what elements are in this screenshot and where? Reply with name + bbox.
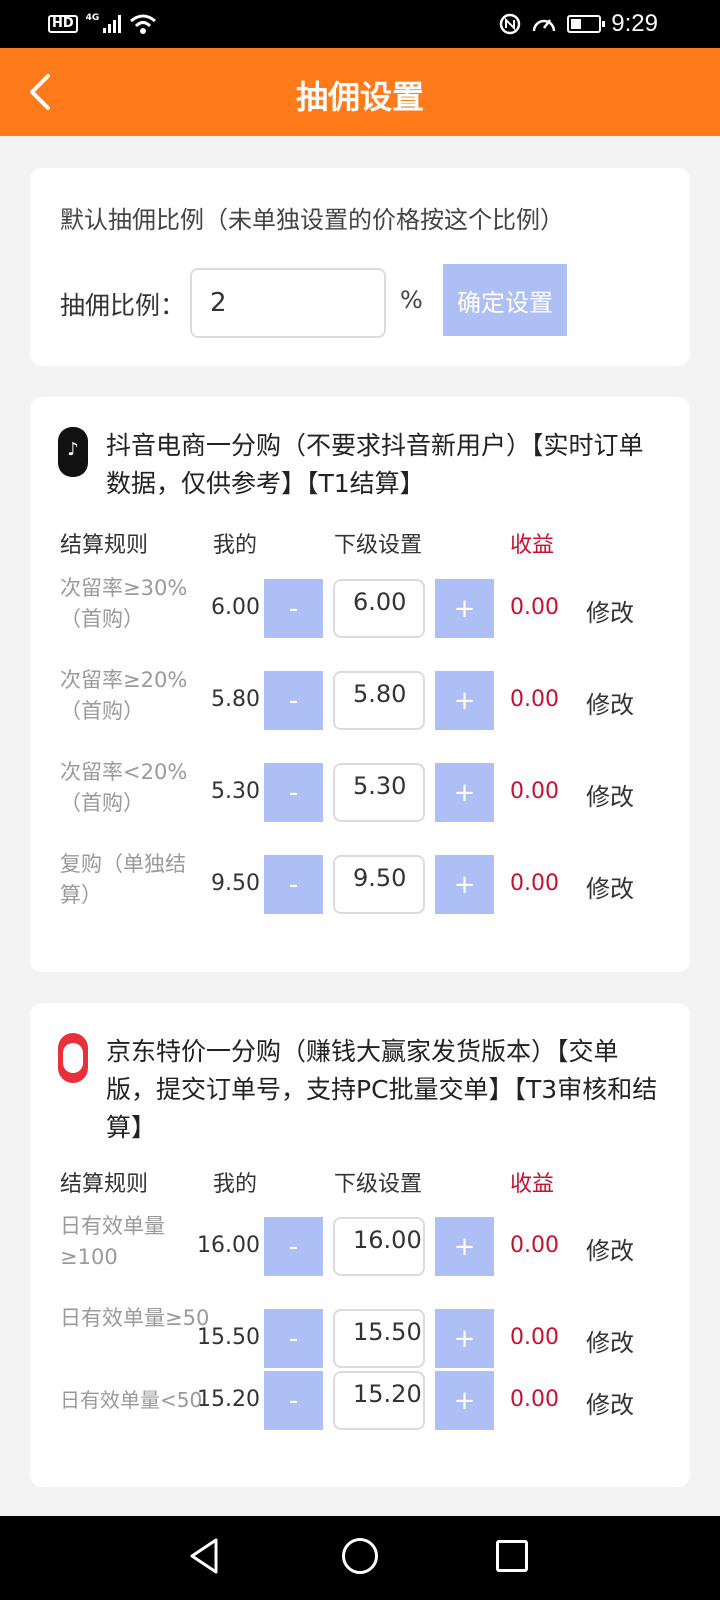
header-income: 收益: [510, 1172, 555, 1197]
system-navigation-bar: [0, 1516, 720, 1600]
increment-button[interactable]: +: [435, 763, 494, 822]
nav-back-icon[interactable]: [186, 1536, 222, 1576]
modify-button[interactable]: 修改: [586, 1323, 634, 1358]
my-rate: 15.50: [197, 1325, 260, 1350]
decrement-button[interactable]: -: [264, 763, 323, 822]
header-sub-setting: 下级设置: [334, 533, 423, 558]
header-rule: 结算规则: [60, 533, 149, 558]
increment-button[interactable]: +: [435, 1217, 494, 1276]
jd-mascot-icon: [58, 1033, 88, 1083]
header-mine: 我的: [213, 533, 258, 558]
header-income: 收益: [510, 533, 555, 558]
sub-rate-input[interactable]: [333, 763, 425, 822]
increment-button[interactable]: +: [435, 1309, 494, 1368]
signal-icon: [103, 15, 122, 33]
wifi-icon: [130, 14, 157, 34]
table-row: 日有效单量≥50 15.50 - + 0.00 修改: [30, 1303, 690, 1373]
platform-title: 京东特价一分购（赚钱大赢家发货版本）【交单版，提交订单号，支持PC批量交单】【T…: [106, 1037, 658, 1142]
sub-rate-input[interactable]: [333, 855, 425, 914]
rule-label: 日有效单量≥50: [60, 1306, 210, 1330]
increment-button[interactable]: +: [435, 579, 494, 638]
platform-card-jd: 京东特价一分购（赚钱大赢家发货版本）【交单版，提交订单号，支持PC批量交单】【T…: [30, 1003, 690, 1487]
ratio-input[interactable]: [190, 268, 386, 338]
increment-button[interactable]: +: [435, 671, 494, 730]
page-title: 抽佣设置: [295, 78, 424, 116]
rule-label: 次留率<20%（首购）: [60, 760, 188, 815]
decrement-button[interactable]: -: [264, 1309, 323, 1368]
header-rule: 结算规则: [60, 1172, 149, 1197]
modify-button[interactable]: 修改: [586, 1231, 634, 1266]
decrement-button[interactable]: -: [264, 1217, 323, 1276]
default-ratio-card: 默认抽佣比例（未单独设置的价格按这个比例） 抽佣比例： % 确定设置: [30, 168, 690, 366]
nav-recents-icon[interactable]: [496, 1540, 528, 1572]
table-row: 次留率≥30%（首购） 6.00 - + 0.00 修改: [30, 573, 690, 643]
battery-icon: [567, 15, 606, 33]
decrement-button[interactable]: -: [264, 671, 323, 730]
modify-button[interactable]: 修改: [586, 869, 634, 904]
header-sub-setting: 下级设置: [334, 1172, 423, 1197]
table-row: 次留率<20%（首购） 5.30 - + 0.00 修改: [30, 757, 690, 827]
ratio-label: 抽佣比例：: [60, 291, 186, 320]
decrement-button[interactable]: -: [264, 855, 323, 914]
network-type: 4G: [85, 13, 100, 23]
app-bar: 抽佣设置: [0, 48, 720, 136]
my-rate: 15.20: [197, 1387, 260, 1412]
default-ratio-description: 默认抽佣比例（未单独设置的价格按这个比例）: [60, 206, 564, 234]
clock: 9:29: [611, 10, 658, 37]
modify-button[interactable]: 修改: [586, 593, 634, 628]
confirm-settings-button[interactable]: 确定设置: [443, 264, 567, 336]
sub-rate-input[interactable]: [333, 579, 425, 638]
modify-button[interactable]: 修改: [586, 685, 634, 720]
income-value: 0.00: [510, 687, 559, 712]
percent-sign: %: [400, 286, 423, 314]
nav-home-icon[interactable]: [342, 1538, 378, 1574]
platform-title: 抖音电商一分购（不要求抖音新用户）【实时订单数据，仅供参考】【T1结算】: [106, 431, 644, 498]
income-value: 0.00: [510, 871, 559, 896]
rule-label: 复购（单独结算）: [60, 852, 186, 907]
rule-label: 日有效单量≥100: [60, 1214, 165, 1269]
my-rate: 6.00: [211, 595, 260, 620]
sub-rate-input[interactable]: [333, 1371, 425, 1430]
my-rate: 16.00: [197, 1233, 260, 1258]
my-rate: 9.50: [211, 871, 260, 896]
my-rate: 5.30: [211, 779, 260, 804]
platform-card-tiktok: ♪ 抖音电商一分购（不要求抖音新用户）【实时订单数据，仅供参考】【T1结算】 结…: [30, 397, 690, 972]
modify-button[interactable]: 修改: [586, 1385, 634, 1420]
decrement-button[interactable]: -: [264, 579, 323, 638]
nfc-icon: [500, 13, 521, 35]
header-mine: 我的: [213, 1172, 258, 1197]
increment-button[interactable]: +: [435, 1371, 494, 1430]
table-row: 日有效单量<50 15.20 - + 0.00 修改: [30, 1365, 690, 1435]
rule-label: 次留率≥20%（首购）: [60, 668, 188, 723]
income-value: 0.00: [510, 779, 559, 804]
sub-rate-input[interactable]: [333, 671, 425, 730]
income-value: 0.00: [510, 1387, 559, 1412]
speedometer-icon: [533, 19, 556, 32]
status-bar: HD 4G 9:29: [0, 0, 720, 48]
sub-rate-input[interactable]: [333, 1217, 425, 1276]
tiktok-icon: ♪: [58, 427, 88, 477]
sub-rate-input[interactable]: [333, 1309, 425, 1368]
income-value: 0.00: [510, 595, 559, 620]
hd-badge: HD: [48, 15, 78, 33]
decrement-button[interactable]: -: [264, 1371, 323, 1430]
income-value: 0.00: [510, 1233, 559, 1258]
modify-button[interactable]: 修改: [586, 777, 634, 812]
rule-label: 次留率≥30%（首购）: [60, 576, 188, 631]
table-row: 次留率≥20%（首购） 5.80 - + 0.00 修改: [30, 665, 690, 735]
table-row: 日有效单量≥100 16.00 - + 0.00 修改: [30, 1211, 690, 1281]
increment-button[interactable]: +: [435, 855, 494, 914]
my-rate: 5.80: [211, 687, 260, 712]
income-value: 0.00: [510, 1325, 559, 1350]
table-row: 复购（单独结算） 9.50 - + 0.00 修改: [30, 849, 690, 919]
